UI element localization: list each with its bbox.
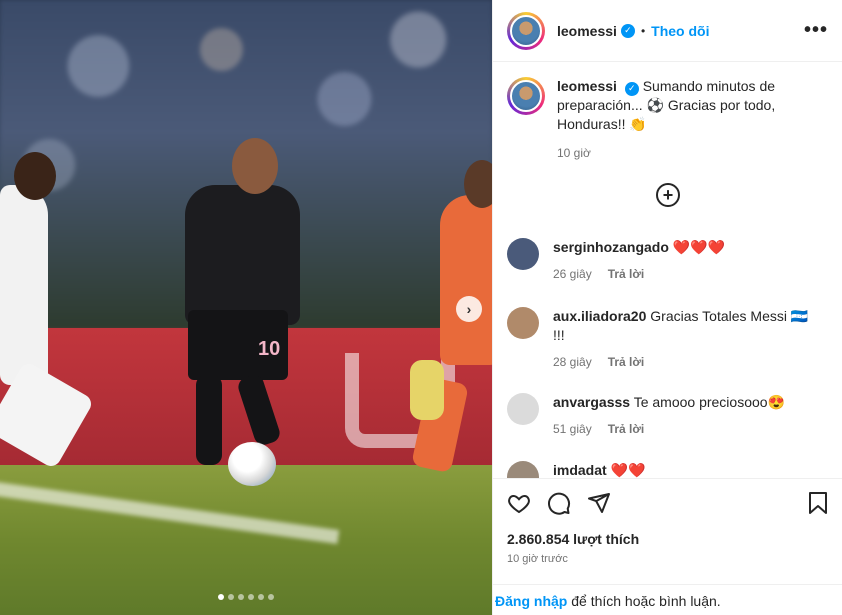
comment-username[interactable]: serginhozangado [553,239,669,255]
likes-count[interactable]: 2.860.854 lượt thích [507,531,829,547]
plus-circle-icon[interactable]: + [656,183,680,207]
pitch [0,465,492,615]
reply-button[interactable]: Trả lời [608,422,645,436]
login-link[interactable]: Đăng nhập [495,593,567,609]
carousel-dot [258,594,264,600]
bookmark-icon[interactable] [807,491,829,515]
reply-button[interactable]: Trả lời [608,355,645,369]
carousel-dot [218,594,224,600]
more-options-icon[interactable]: ••• [804,19,828,42]
comments-section[interactable]: leomessi ✓ Sumando minutos de preparació… [493,63,842,478]
share-icon[interactable] [587,491,611,515]
carousel-dot [248,594,254,600]
load-more-comments[interactable]: + [493,183,842,207]
post-actions: 2.860.854 lượt thích 10 giờ trước [493,478,842,565]
caption-username[interactable]: leomessi [557,78,617,94]
post-photo[interactable]: 10 › [0,0,492,615]
comment-item: aux.iliadora20 Gracias Totales Messi 🇭🇳 … [493,307,837,372]
verified-icon: ✓ [624,81,639,96]
carousel-next-button[interactable]: › [456,296,482,322]
post-header: leomessi ✓ • Theo dõi ••• [493,0,842,62]
football [228,442,276,486]
comment-time: 28 giây [553,355,592,369]
header-username[interactable]: leomessi [557,23,617,39]
messi-body [185,185,300,325]
comment-time: 51 giây [553,422,592,436]
messi-head [232,138,278,194]
comment-text: ❤️❤️ [610,462,646,478]
goalkeeper-body [440,195,492,365]
comment-avatar[interactable] [507,461,539,478]
comment-username[interactable]: anvargasss [553,394,630,410]
defender-body [0,185,48,385]
comment-avatar[interactable] [507,393,539,425]
comment-text: ❤️❤️❤️ [672,239,726,255]
comment-username[interactable]: imdadat [553,462,607,478]
follow-button[interactable]: Theo dõi [651,23,709,39]
carousel-dot [268,594,274,600]
verified-icon: ✓ [620,23,635,38]
jersey-number: 10 [258,338,281,360]
comment-item: imdadat ❤️❤️ [493,461,837,478]
caption-time: 10 giờ [557,146,591,160]
post-time: 10 giờ trước [507,553,568,565]
caption: leomessi ✓ Sumando minutos de preparació… [493,63,842,163]
caption-avatar[interactable] [507,77,545,115]
comment-item: serginhozangado ❤️❤️❤️ 26 giây Trả lời [493,238,837,284]
goalkeeper-glove [410,360,444,420]
pitch-line [0,480,340,544]
comment-avatar[interactable] [507,238,539,270]
login-prompt-text: để thích hoặc bình luận. [567,593,721,609]
carousel-indicator [218,594,274,600]
messi-leg [196,375,222,465]
defender-head [14,152,56,200]
reply-button[interactable]: Trả lời [608,267,645,281]
comment-avatar[interactable] [507,307,539,339]
comment-item: anvargasss Te amooo preciosooo😍 51 giây T… [493,393,837,439]
login-prompt: Đăng nhập để thích hoặc bình luận. [493,584,842,609]
carousel-dot [228,594,234,600]
avatar[interactable] [507,11,545,50]
heart-icon[interactable] [507,491,531,515]
carousel-dot [238,594,244,600]
comment-text: Te amooo preciosooo😍 [633,394,785,410]
comment-icon[interactable] [547,491,571,515]
comment-username[interactable]: aux.iliadora20 [553,308,646,324]
post-panel: leomessi ✓ • Theo dõi ••• leomessi ✓ Sum… [492,0,842,615]
separator: • [640,23,646,38]
goalkeeper-head [464,160,492,208]
comment-time: 26 giây [553,267,592,281]
